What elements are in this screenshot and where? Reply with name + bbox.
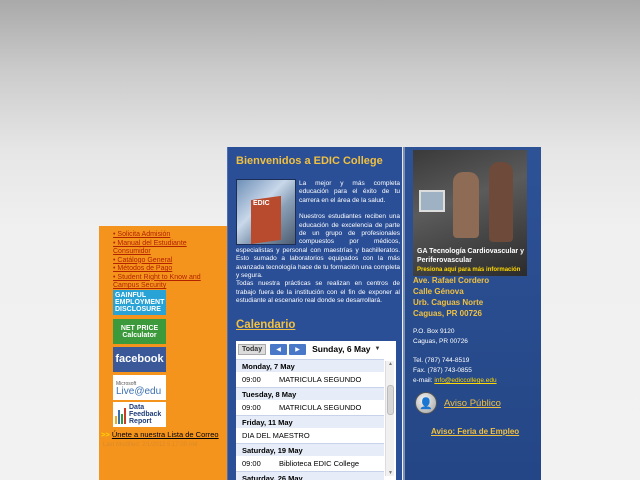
calendar-widget: Today ◀ ▶ Sunday, 6 May ▼ Monday, 7 May … <box>236 341 396 480</box>
aviso-publico-link[interactable]: Aviso Público <box>444 398 501 409</box>
facebook-badge[interactable]: facebook <box>113 347 166 372</box>
ipeds-data-feedback-badge[interactable]: Data Feedback Report <box>113 402 166 427</box>
calendar-agenda: Monday, 7 May 09:00 MATRICULA SEGUNDO Tu… <box>236 359 384 480</box>
welcome-paragraph-3: Todas nuestra prácticas se realizan en c… <box>236 280 400 305</box>
main-content: Bienvenidos a EDIC College La mejor y má… <box>227 147 402 480</box>
phone-number: Tel. (787) 744-8519 <box>413 357 470 364</box>
facebook-label: facebook <box>115 353 164 365</box>
patient-figure <box>489 162 513 242</box>
day-header: Saturday, 19 May <box>236 443 384 456</box>
address-line: Caguas, PR 00726 <box>413 309 482 318</box>
calendar-scrollbar[interactable]: ▲ ▼ <box>385 361 394 476</box>
scrollbar-thumb[interactable] <box>387 385 394 415</box>
day-header: Friday, 11 May <box>236 415 384 428</box>
link-catalogo-general[interactable]: • Catálogo General <box>113 257 225 266</box>
bar-chart-icon <box>115 406 126 424</box>
aviso-publico-row: 👤 Aviso Público <box>415 392 501 414</box>
calendar-event[interactable]: DIA DEL MAESTRO <box>236 428 384 443</box>
event-time: 09:00 <box>242 375 261 384</box>
banner-subtitle: Presiona aquí para más información <box>417 267 521 273</box>
link-manual-estudiante[interactable]: • Manual del Estudiante Consumidor <box>113 240 225 257</box>
ipeds-label: Data Feedback Report <box>129 404 162 425</box>
building-sign: EDIC <box>253 200 270 207</box>
last-modified-text: Last Modified: 2/1/2012 5:17:00 AM <box>103 442 198 448</box>
calendar-event[interactable]: 09:00 MATRICULA SEGUNDO <box>236 372 384 387</box>
scroll-up-icon[interactable]: ▲ <box>386 361 395 367</box>
net-price-label: NET PRICE Calculator <box>120 324 159 339</box>
email-link[interactable]: info@ediccollege.edu <box>434 377 496 384</box>
link-student-right-to-know[interactable]: • Student Right to Know and Campus Secur… <box>113 274 225 291</box>
po-box-line: P.O. Box 9120 <box>413 328 455 335</box>
mailing-list-row: >> Únete a nuestra Lista de Correo <box>101 430 219 439</box>
event-time: 09:00 <box>242 403 261 412</box>
left-sidebar: • Solicita Admisión • Manual del Estudia… <box>99 226 227 480</box>
microsoft-live-edu-badge[interactable]: Microsoft Live@edu <box>113 375 166 400</box>
today-button[interactable]: Today <box>238 343 267 355</box>
address-line: Ave. Rafael Cordero <box>413 276 490 285</box>
event-title: Biblioteca EDIC College <box>279 459 360 468</box>
next-arrow-icon[interactable]: ▶ <box>289 343 307 355</box>
sidebar-links: • Solicita Admisión • Manual del Estudia… <box>113 231 225 291</box>
event-title: MATRICULA SEGUNDO <box>279 403 362 412</box>
calendar-toolbar: Today ◀ ▶ Sunday, 6 May ▼ <box>236 341 396 357</box>
link-metodos-pago[interactable]: • Métodos de Pago <box>113 265 225 274</box>
chevron-down-icon[interactable]: ▼ <box>375 346 381 352</box>
right-column: GA Tecnología Cardiovascular y Periferov… <box>403 147 541 480</box>
prev-arrow-icon[interactable]: ◀ <box>270 343 288 355</box>
scroll-down-icon[interactable]: ▼ <box>386 470 395 476</box>
address-line: Calle Génova <box>413 287 464 296</box>
cardiovascular-banner[interactable]: GA Tecnología Cardiovascular y Periferov… <box>413 150 527 276</box>
event-time: 09:00 <box>242 459 261 468</box>
contact-info: P.O. Box 9120 Caguas, PR 00726 Tel. (787… <box>413 327 497 386</box>
aviso-feria-empleo-link[interactable]: Aviso: Feria de Empleo <box>431 427 519 436</box>
monitor-shape <box>419 190 445 212</box>
gainful-employment-badge[interactable]: GAINFUL EMPLOYMENT DISCLOSURE <box>113 290 166 315</box>
event-title: MATRICULA SEGUNDO <box>279 375 362 384</box>
welcome-title: Bienvenidos a EDIC College <box>236 155 383 167</box>
po-box-line: Caguas, PR 00726 <box>413 338 468 345</box>
gainful-employment-label: GAINFUL EMPLOYMENT DISCLOSURE <box>115 292 165 313</box>
person-icon[interactable]: 👤 <box>415 392 437 414</box>
mailing-list-link[interactable]: Únete a nuestra Lista de Correo <box>112 430 219 439</box>
net-price-calculator-badge[interactable]: NET PRICE Calculator <box>113 319 166 344</box>
calendar-event[interactable]: 09:00 Biblioteca EDIC College <box>236 456 384 471</box>
calendar-current-date: Sunday, 6 May <box>312 344 371 354</box>
day-header: Tuesday, 8 May <box>236 387 384 400</box>
campus-building-image: EDIC <box>236 179 296 245</box>
address-line: Urb. Caguas Norte <box>413 298 484 307</box>
link-solicita-admision[interactable]: • Solicita Admisión <box>113 231 225 240</box>
calendar-title[interactable]: Calendario <box>236 319 295 331</box>
calendar-event[interactable]: 09:00 MATRICULA SEGUNDO <box>236 400 384 415</box>
email-label: e-mail: <box>413 377 433 384</box>
technician-figure <box>453 172 479 238</box>
fax-number: Fax. (787) 743-0855 <box>413 367 472 374</box>
event-title: DIA DEL MAESTRO <box>242 431 310 440</box>
live-edu-label: Live@edu <box>116 385 162 397</box>
banner-title: GA Tecnología Cardiovascular y Periferov… <box>417 248 524 264</box>
double-arrow-icon: >> <box>101 430 110 439</box>
day-header: Saturday, 26 May <box>236 471 384 480</box>
email-row: e-mail: info@ediccollege.edu <box>413 376 497 386</box>
street-address: Ave. Rafael Cordero Calle Génova Urb. Ca… <box>413 275 489 319</box>
day-header: Monday, 7 May <box>236 359 384 372</box>
